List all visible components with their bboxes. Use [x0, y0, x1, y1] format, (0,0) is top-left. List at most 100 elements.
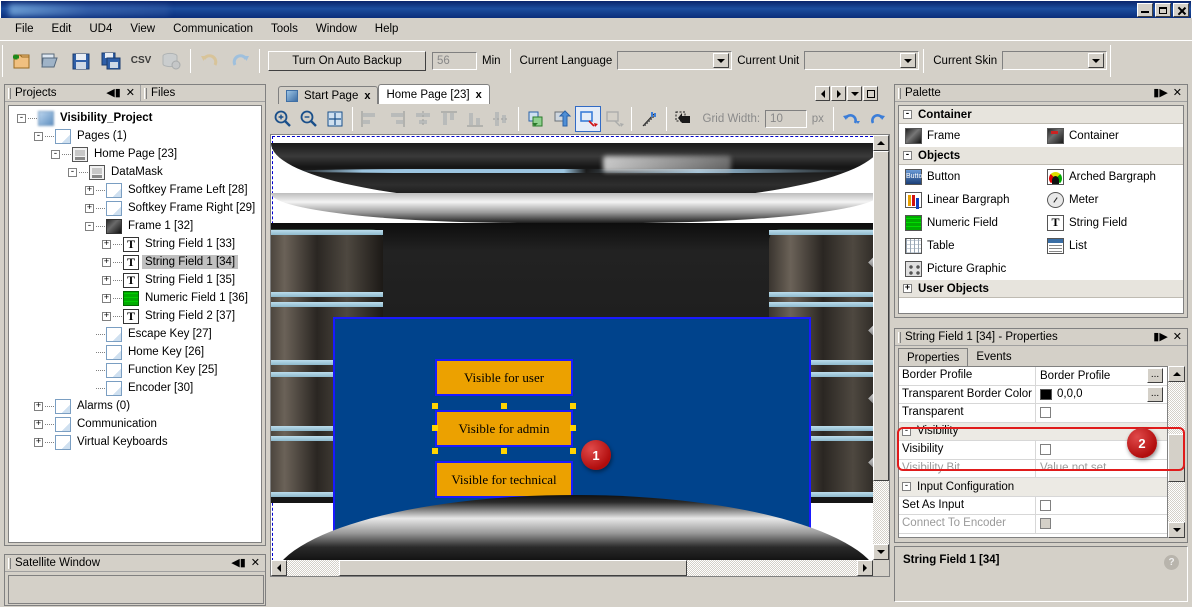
property-value[interactable]: Value not set — [1036, 460, 1167, 478]
palette-item-linear-bargraph[interactable]: Linear Bargraph — [899, 192, 1041, 208]
zoom-in-icon[interactable] — [270, 106, 296, 132]
open-project-icon[interactable] — [36, 46, 66, 76]
menu-item-file[interactable]: File — [6, 21, 43, 37]
redo-icon[interactable] — [864, 106, 890, 132]
palette-item-list[interactable]: List — [1041, 238, 1183, 254]
redo-icon[interactable] — [225, 46, 255, 76]
palette-item-arched-bargraph[interactable]: Arched Bargraph — [1041, 169, 1183, 185]
editor-tab-home-page[interactable]: Home Page [23] x — [378, 84, 489, 104]
selection-handle-nw[interactable] — [432, 403, 438, 409]
expand-icon[interactable]: + — [85, 186, 94, 195]
tree-node[interactable]: -Pages (1) — [9, 127, 261, 145]
scroll-down-button[interactable] — [873, 544, 889, 560]
align-center-horizontal-icon[interactable] — [409, 106, 435, 132]
close-icon[interactable]: x — [476, 89, 482, 101]
property-value[interactable]: 0,0,0... — [1036, 386, 1167, 404]
menu-item-view[interactable]: View — [121, 21, 164, 37]
property-row[interactable]: Set As Input — [899, 497, 1167, 516]
save-all-icon[interactable] — [96, 46, 126, 76]
tree-node[interactable]: +TString Field 1 [34] — [9, 253, 261, 271]
tab-list-icon[interactable] — [847, 86, 862, 101]
selection-handle-sw[interactable] — [432, 448, 438, 454]
close-icon[interactable]: ✕ — [126, 88, 135, 99]
tab-events[interactable]: Events — [968, 348, 1019, 366]
palette-item-meter[interactable]: Meter — [1041, 192, 1183, 208]
expand-icon[interactable]: + — [102, 240, 111, 249]
selection-handle-w[interactable] — [432, 425, 438, 431]
collapse-icon[interactable]: - — [17, 114, 26, 123]
tree-node[interactable]: +Virtual Keyboards — [9, 433, 261, 451]
select-area-icon[interactable] — [601, 106, 627, 132]
tree-node[interactable]: -Visibility_Project — [9, 109, 261, 127]
menu-item-window[interactable]: Window — [307, 21, 366, 37]
backup-minutes-field[interactable]: 56 — [432, 52, 477, 70]
selection-handle-s[interactable] — [501, 448, 507, 454]
resize-object-icon[interactable] — [575, 106, 601, 132]
close-icon[interactable]: x — [364, 90, 370, 102]
palette-group-container[interactable]: - Container — [899, 106, 1183, 124]
scroll-up-button[interactable] — [1168, 366, 1185, 382]
align-center-vertical-icon[interactable] — [488, 106, 514, 132]
expand-icon[interactable]: + — [34, 438, 43, 447]
property-group-row[interactable]: -Input Configuration — [899, 478, 1167, 497]
palette-item-container[interactable]: Container — [1041, 128, 1183, 144]
scroll-left-button[interactable] — [271, 560, 287, 576]
menu-item-tools[interactable]: Tools — [262, 21, 307, 37]
collapse-icon[interactable]: - — [902, 482, 911, 491]
close-icon[interactable]: ✕ — [251, 558, 260, 569]
palette-item-picture-graphic[interactable]: Picture Graphic — [899, 261, 1041, 277]
close-icon[interactable]: ✕ — [1173, 332, 1182, 343]
collapse-icon[interactable]: - — [85, 222, 94, 231]
property-row[interactable]: Border ProfileBorder Profile... — [899, 367, 1167, 386]
canvas-vertical-scrollbar[interactable] — [873, 135, 889, 560]
current-language-select[interactable] — [617, 51, 732, 70]
expand-icon[interactable]: + — [102, 294, 111, 303]
property-row[interactable]: Visibility BitValue not set — [899, 460, 1167, 479]
property-row[interactable]: Connect To Encoder — [899, 515, 1167, 534]
palette-item-string-field[interactable]: T String Field — [1041, 215, 1183, 231]
tree-node[interactable]: +TString Field 1 [33] — [9, 235, 261, 253]
scroll-left-icon[interactable] — [815, 86, 830, 101]
scroll-down-button[interactable] — [1168, 522, 1185, 538]
property-value[interactable] — [1036, 497, 1167, 515]
zoom-out-icon[interactable] — [296, 106, 322, 132]
undo-icon[interactable] — [195, 46, 225, 76]
property-value[interactable] — [1036, 515, 1167, 533]
scroll-right-icon[interactable] — [831, 86, 846, 101]
selection-handle-ne[interactable] — [570, 403, 576, 409]
help-icon[interactable]: ? — [1164, 555, 1179, 570]
collapse-icon[interactable]: - — [51, 150, 60, 159]
collapse-icon[interactable]: - — [902, 427, 911, 436]
horizontal-scroll-thumb[interactable] — [339, 560, 687, 576]
close-button[interactable] — [1173, 3, 1189, 17]
tree-node[interactable]: -DataMask — [9, 163, 261, 181]
minimize-button[interactable] — [1137, 3, 1153, 17]
property-checkbox[interactable] — [1040, 500, 1051, 511]
expand-icon[interactable]: + — [102, 276, 111, 285]
align-top-icon[interactable] — [436, 106, 462, 132]
menu-item-edit[interactable]: Edit — [43, 21, 81, 37]
auto-backup-button[interactable]: Turn On Auto Backup — [268, 51, 426, 71]
property-checkbox[interactable] — [1040, 407, 1051, 418]
palette-group-user-objects[interactable]: + User Objects — [899, 280, 1183, 298]
property-checkbox[interactable] — [1040, 518, 1051, 529]
zoom-fit-icon[interactable] — [322, 106, 348, 132]
expand-icon[interactable]: + — [102, 258, 111, 267]
bring-forward-icon[interactable] — [549, 106, 575, 132]
selection-handle-e[interactable] — [570, 425, 576, 431]
tree-node[interactable]: +TString Field 1 [35] — [9, 271, 261, 289]
tree-node[interactable]: Escape Key [27] — [9, 325, 261, 343]
current-unit-select[interactable] — [804, 51, 919, 70]
auto-hide-icon[interactable]: ▮▶ — [1153, 88, 1168, 99]
properties-scrollbar[interactable] — [1168, 366, 1185, 538]
tree-node[interactable]: Home Key [26] — [9, 343, 261, 361]
tree-node[interactable]: +Softkey Frame Right [29] — [9, 199, 261, 217]
auto-hide-icon[interactable]: ▮▶ — [1153, 332, 1168, 343]
current-skin-select[interactable] — [1002, 51, 1107, 70]
canvas-horizontal-scrollbar[interactable] — [271, 560, 873, 576]
design-canvas[interactable]: Visible for user Visible for admin — [270, 134, 890, 577]
tree-node[interactable]: +Alarms (0) — [9, 397, 261, 415]
expand-icon[interactable]: + — [34, 420, 43, 429]
expand-icon[interactable]: + — [85, 204, 94, 213]
property-row[interactable]: Transparent — [899, 404, 1167, 423]
